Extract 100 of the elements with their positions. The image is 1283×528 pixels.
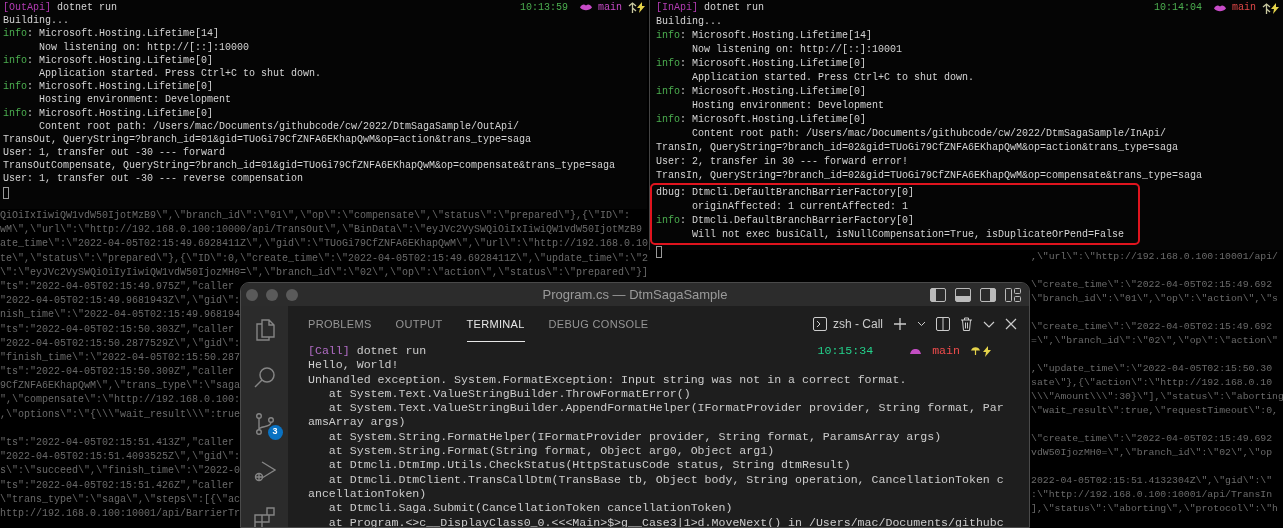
terminal-icon	[813, 317, 827, 331]
terminal-line: at System.Text.ValueStringBuilder.ThrowFormatError()	[328, 386, 691, 402]
umbrella-icon	[971, 346, 980, 357]
chevron-down-icon[interactable]	[983, 320, 995, 328]
terminal-line: info: Microsoft.Hosting.Lifetime[0]	[3, 106, 214, 120]
terminal-line: Now listening on: http://[::]:10001	[692, 43, 903, 57]
terminal-line: Hosting environment: Development	[692, 99, 885, 113]
log-text: \"create_time\":\"2022-04-05T02:15:49.692	[1031, 320, 1273, 334]
fork-arrow-icon	[1262, 2, 1271, 14]
terminal-line: Unhandled exception. System.FormatException: Input string was not in a correct format.	[308, 372, 907, 387]
panel-icon[interactable]	[955, 287, 971, 302]
log-text: "2022-04-05T02:15:51.4093525Z\",\"gid\":	[0, 450, 241, 465]
log-text: \"create_time\":\"2022-04-05T02:15:49.692	[1031, 278, 1273, 292]
panel-tab[interactable]: PROBLEMS	[308, 306, 372, 342]
terminal-line: TransIn, QueryString=?branch_id=02&gid=TUoGi79CfZNFA6EKhapQwM&op=compensate&trans_type=saga	[656, 169, 1203, 183]
window-title: Program.cs — DtmSagaSample	[542, 285, 728, 304]
sidebar-right-icon[interactable]	[980, 287, 996, 302]
terminal-line: Hosting environment: Development	[39, 93, 232, 107]
text-cursor	[3, 186, 9, 199]
log-text: ate_time\":\"2022-04-05T02:15:49.6928411Z\",\"gid\":\"TUoGi79CfZNFA6EKhapQwM\",\"url\":\"http://192.168.0.10	[0, 237, 649, 252]
log-text: "ts":"2022-04-05T02:15:50.309Z","caller	[0, 365, 235, 380]
chevron-down-icon[interactable]	[917, 321, 926, 327]
plus-icon[interactable]	[893, 317, 907, 331]
terminal-line: Application started. Press Ctrl+C to shut down.	[692, 71, 975, 85]
close-icon[interactable]	[1005, 318, 1017, 330]
prompt-time: 10:14:04	[1153, 1, 1202, 15]
log-text: 2022-04-05T02:15:51.4132304Z\",\"gid\":\"	[1031, 474, 1273, 488]
git-branch: main	[1232, 1, 1256, 15]
terminal-line: info: Dtmcli.DefaultBranchBarrierFactory[0]	[656, 214, 915, 228]
log-text: \"trans_type\":\"saga\",\"steps\":[{\"ac	[0, 492, 241, 507]
terminal-line: Will not exec busiCall, isNullCompensation=True, isDuplicateOrPend=False	[692, 228, 1125, 242]
command-text: dotnet run	[704, 1, 765, 15]
terminal-line: Content root path: /Users/mac/Documents/githubcode/cw/2022/DtmSagaSample/InApi/	[692, 127, 1167, 141]
terminal-line: info: Microsoft.Hosting.Lifetime[0]	[3, 53, 214, 67]
log-text: vdW50IjozMH0=\",\"branch_id\":\"02\",\"op	[1031, 446, 1273, 460]
fork-arrow-icon	[628, 2, 637, 14]
terminal-line: originAffected: 1 currentAffected: 1	[692, 200, 909, 214]
split-icon[interactable]	[936, 317, 950, 331]
layout-icon[interactable]	[1005, 287, 1021, 302]
terminal-line: Application started. Press Ctrl+C to shut down.	[39, 66, 322, 81]
lightning-icon	[1271, 2, 1279, 14]
terminal-line: dbug: Dtmcli.DefaultBranchBarrierFactory[0]	[656, 186, 915, 200]
panel-tab[interactable]: TERMINAL	[466, 306, 525, 342]
log-text: s\":\"succeed\",\"finish_time\":\"2022-0	[0, 464, 241, 479]
terminal-selector[interactable]: zsh - Call	[813, 315, 883, 333]
log-text: \"wait_result\":true,\"requestTimeout\":0,	[1031, 404, 1278, 418]
command-text: dotnet run	[57, 1, 118, 15]
log-text: ],\"status\":\"aborting\",\"protocol\":\"h	[1031, 502, 1278, 516]
sidebar-left-icon[interactable]	[930, 287, 946, 302]
terminal-line: info: Microsoft.Hosting.Lifetime[14]	[656, 29, 873, 43]
git-branch: main	[598, 1, 622, 15]
prompt-tag: [InApi]	[656, 1, 698, 15]
terminal-line: at System.Text.ValueStringBuilder.AppendFormatHelper(IFormatProvider provider, String format, Par	[328, 401, 1004, 416]
terminal-line: TransIn, QueryString=?branch_id=02&gid=TUoGi79CfZNFA6EKhapQwM&op=action&trans_type=saga	[656, 141, 1179, 155]
log-text: nish_time\":\"2022-04-05T02:15:49.968194	[0, 308, 241, 323]
terminal-line: Building...	[656, 15, 722, 29]
log-text: ,\"url\":\"http://192.168.0.100:10001/api/	[1031, 250, 1278, 264]
prompt-time: 10:15:34	[817, 344, 874, 359]
log-text: "2022-04-05T02:15:49.9681943Z\",\"gid\":	[0, 294, 241, 309]
terminal-line: Content root path: /Users/mac/Documents/githubcode/cw/2022/DtmSagaSample/OutApi/	[39, 119, 520, 133]
terminal-line: User: 1, transfer out -30 --- forward	[3, 146, 226, 160]
run-debug-icon[interactable]	[252, 458, 277, 483]
prompt-tag: [OutApi]	[3, 1, 51, 15]
prompt-time: 10:13:59	[519, 1, 568, 15]
log-text: \"branch_id\":\"01\",\"op\":\"action\",\"s	[1031, 292, 1278, 306]
terminal-line: amsArray args)	[308, 415, 406, 430]
command-text: dotnet run	[356, 344, 427, 359]
log-text: ",\"compensate\":\"http://192.168.0.100:	[0, 393, 241, 408]
log-text: "ts":"2022-04-05T02:15:49.975Z","caller	[0, 279, 235, 294]
terminal-line: at Program.<>c__DisplayClass0_0.<<<Main>$>g__Case3|1>d.MoveNext() in /Users/mac/Documents/githubc	[328, 515, 1004, 527]
terminal-line: info: Microsoft.Hosting.Lifetime[0]	[656, 113, 867, 127]
log-text: :\"http://192.168.0.100:10001/api/TransIn	[1031, 488, 1273, 502]
prompt-tag: [Call]	[308, 344, 350, 359]
terminal-line: User: 1, transfer out -30 --- reverse compensation	[3, 172, 304, 186]
log-text: ,\"update_time\":\"2022-04-05T02:15:50.30	[1031, 362, 1273, 376]
terminal-line: info: Microsoft.Hosting.Lifetime[14]	[3, 27, 220, 41]
terminal-line: info: Microsoft.Hosting.Lifetime[0]	[656, 57, 867, 71]
terminal-line: User: 2, transfer in 30 --- forward error!	[656, 155, 909, 169]
log-text: "2022-04-05T02:15:50.2877529Z\",\"gid\":	[0, 336, 241, 351]
trash-icon[interactable]	[960, 317, 973, 331]
terminal-line: ancellationToken)	[308, 486, 427, 502]
terminal-line: TransOut, QueryString=?branch_id=01&gid=TUoGi79CfZNFA6EKhapQwM&op=action&trans_type=saga	[3, 132, 532, 147]
terminal-line: Now listening on: http://[::]:10000	[39, 40, 250, 54]
terminal-line: Building...	[3, 14, 69, 28]
terminal-line: at Dtmcli.DtmImp.Utils.CheckStatus(HttpStatusCode status, String dtmResult)	[328, 458, 851, 473]
log-text: \":\"eyJVc2VySWQiOiIyIiwiQW1vdW50IjozMH0=\",\"branch_id\":\"02\",\"op\":\"action\",\"status\":\"prepared\"}]	[0, 265, 649, 280]
extensions-icon[interactable]	[252, 505, 277, 527]
panel-tab[interactable]: DEBUG CONSOLE	[548, 306, 649, 342]
terminal-line: info: Microsoft.Hosting.Lifetime[0]	[3, 80, 214, 94]
terminal-line: info: Microsoft.Hosting.Lifetime[0]	[656, 85, 867, 99]
panel-tab[interactable]: OUTPUT	[395, 306, 443, 342]
log-text: "ts":"2022-04-05T02:15:51.426Z","caller	[0, 478, 235, 493]
log-text: "ts":"2022-04-05T02:15:50.303Z","caller	[0, 322, 235, 337]
text-cursor	[656, 246, 662, 258]
terminal-line: at System.String.FormatHelper(IFormatProvider provider, String format, ParamsArray args)	[328, 429, 942, 445]
cloud-icon	[910, 348, 922, 355]
terminal-line: at System.String.Format(String format, Object arg0, Object arg1)	[328, 444, 775, 459]
log-text: \\\"Amount\\\":30}\"],\"status\":\"aborting	[1031, 390, 1283, 404]
terminal-line: TransOutCompensate, QueryString=?branch_id=01&gid=TUoGi79CfZNFA6EKhapQwM&op=compensate&trans_type=saga	[3, 159, 616, 173]
search-icon[interactable]	[252, 364, 277, 389]
